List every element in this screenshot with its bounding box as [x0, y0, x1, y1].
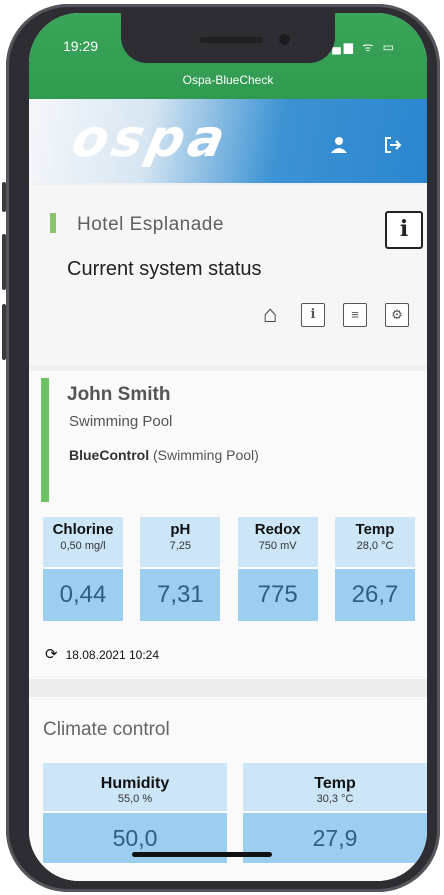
tile-value: 7,31 [140, 569, 221, 621]
site-accent-bar [50, 213, 56, 233]
controller-type: (Swimming Pool) [153, 447, 259, 463]
controller-label: BlueControl (Swimming Pool) [69, 447, 259, 463]
tile-name: Temp [314, 775, 356, 792]
tile-setpoint: 750 mV [258, 540, 297, 552]
tile-chlorine[interactable]: Chlorine 0,50 mg/l 0,44 [43, 517, 123, 623]
tile-value: 0,44 [43, 569, 123, 621]
phone-screen: 19:29 ▂▄▆ ᯤ ▭ Ospa-BlueCheck ospa Hotel … [29, 13, 427, 881]
tile-name: Redox [254, 521, 301, 538]
sync-icon[interactable]: ⟳ [45, 646, 58, 663]
battery-icon: ▭ [382, 40, 397, 54]
pool-device-section: John Smith Swimming Pool BlueControl (Sw… [29, 371, 427, 679]
tile-setpoint: 28,0 °C [356, 540, 394, 552]
tile-name: Chlorine [52, 521, 114, 538]
tile-name: pH [170, 521, 191, 538]
app-header: ospa [29, 99, 427, 183]
tile-setpoint: 30,3 °C [316, 793, 354, 805]
tile-setpoint: 7,25 [169, 540, 192, 552]
section-title: Current system status [67, 258, 262, 280]
tile-setpoint: 0,50 mg/l [60, 540, 106, 552]
tile-value: 775 [237, 569, 318, 621]
wifi-icon: ᯤ [362, 40, 377, 54]
device-status-bar [41, 378, 49, 502]
speaker [199, 37, 263, 43]
tile-ph[interactable]: pH 7,25 7,31 [140, 517, 221, 623]
volume-up-button [2, 234, 6, 290]
list-icon[interactable]: ≡ [343, 303, 367, 327]
site-info-button[interactable]: i [385, 211, 423, 249]
mute-switch [2, 182, 6, 212]
user-icon[interactable] [329, 135, 349, 161]
climate-title: Climate control [43, 719, 170, 740]
app-title: Ospa-BlueCheck [182, 73, 274, 87]
measurement-tiles: Chlorine 0,50 mg/l 0,44 pH 7,25 7,31 Red… [43, 517, 415, 623]
owner-name: John Smith [67, 384, 171, 405]
logout-icon[interactable] [383, 135, 403, 161]
tile-setpoint: 55,0 % [117, 793, 153, 805]
volume-down-button [2, 304, 6, 360]
front-camera [279, 34, 290, 45]
controller-name: BlueControl [69, 447, 150, 463]
tile-temp[interactable]: Temp 28,0 °C 26,7 [334, 517, 415, 623]
settings-icon[interactable]: ⚙ [385, 303, 409, 327]
info-icon[interactable]: i [301, 303, 325, 327]
clock: 19:29 [63, 38, 99, 54]
tile-name: Temp [355, 521, 395, 538]
pool-name: Swimming Pool [69, 413, 173, 430]
section-divider [29, 679, 427, 697]
site-name: Hotel Esplanade [77, 214, 224, 235]
ospa-logo: ospa [66, 109, 235, 169]
last-updated-time: 18.08.2021 10:24 [65, 648, 159, 662]
tile-name: Humidity [100, 775, 170, 792]
notch [121, 13, 335, 63]
home-indicator[interactable] [132, 852, 272, 857]
home-icon[interactable]: ⌂ [257, 303, 283, 327]
nav-icons: ⌂ i ≡ ⚙ [257, 303, 409, 327]
tile-redox[interactable]: Redox 750 mV 775 [237, 517, 318, 623]
last-updated: ⟳ 18.08.2021 10:24 [45, 645, 159, 663]
tile-value: 26,7 [334, 569, 415, 621]
site-card: Hotel Esplanade i Current system status … [29, 185, 427, 365]
